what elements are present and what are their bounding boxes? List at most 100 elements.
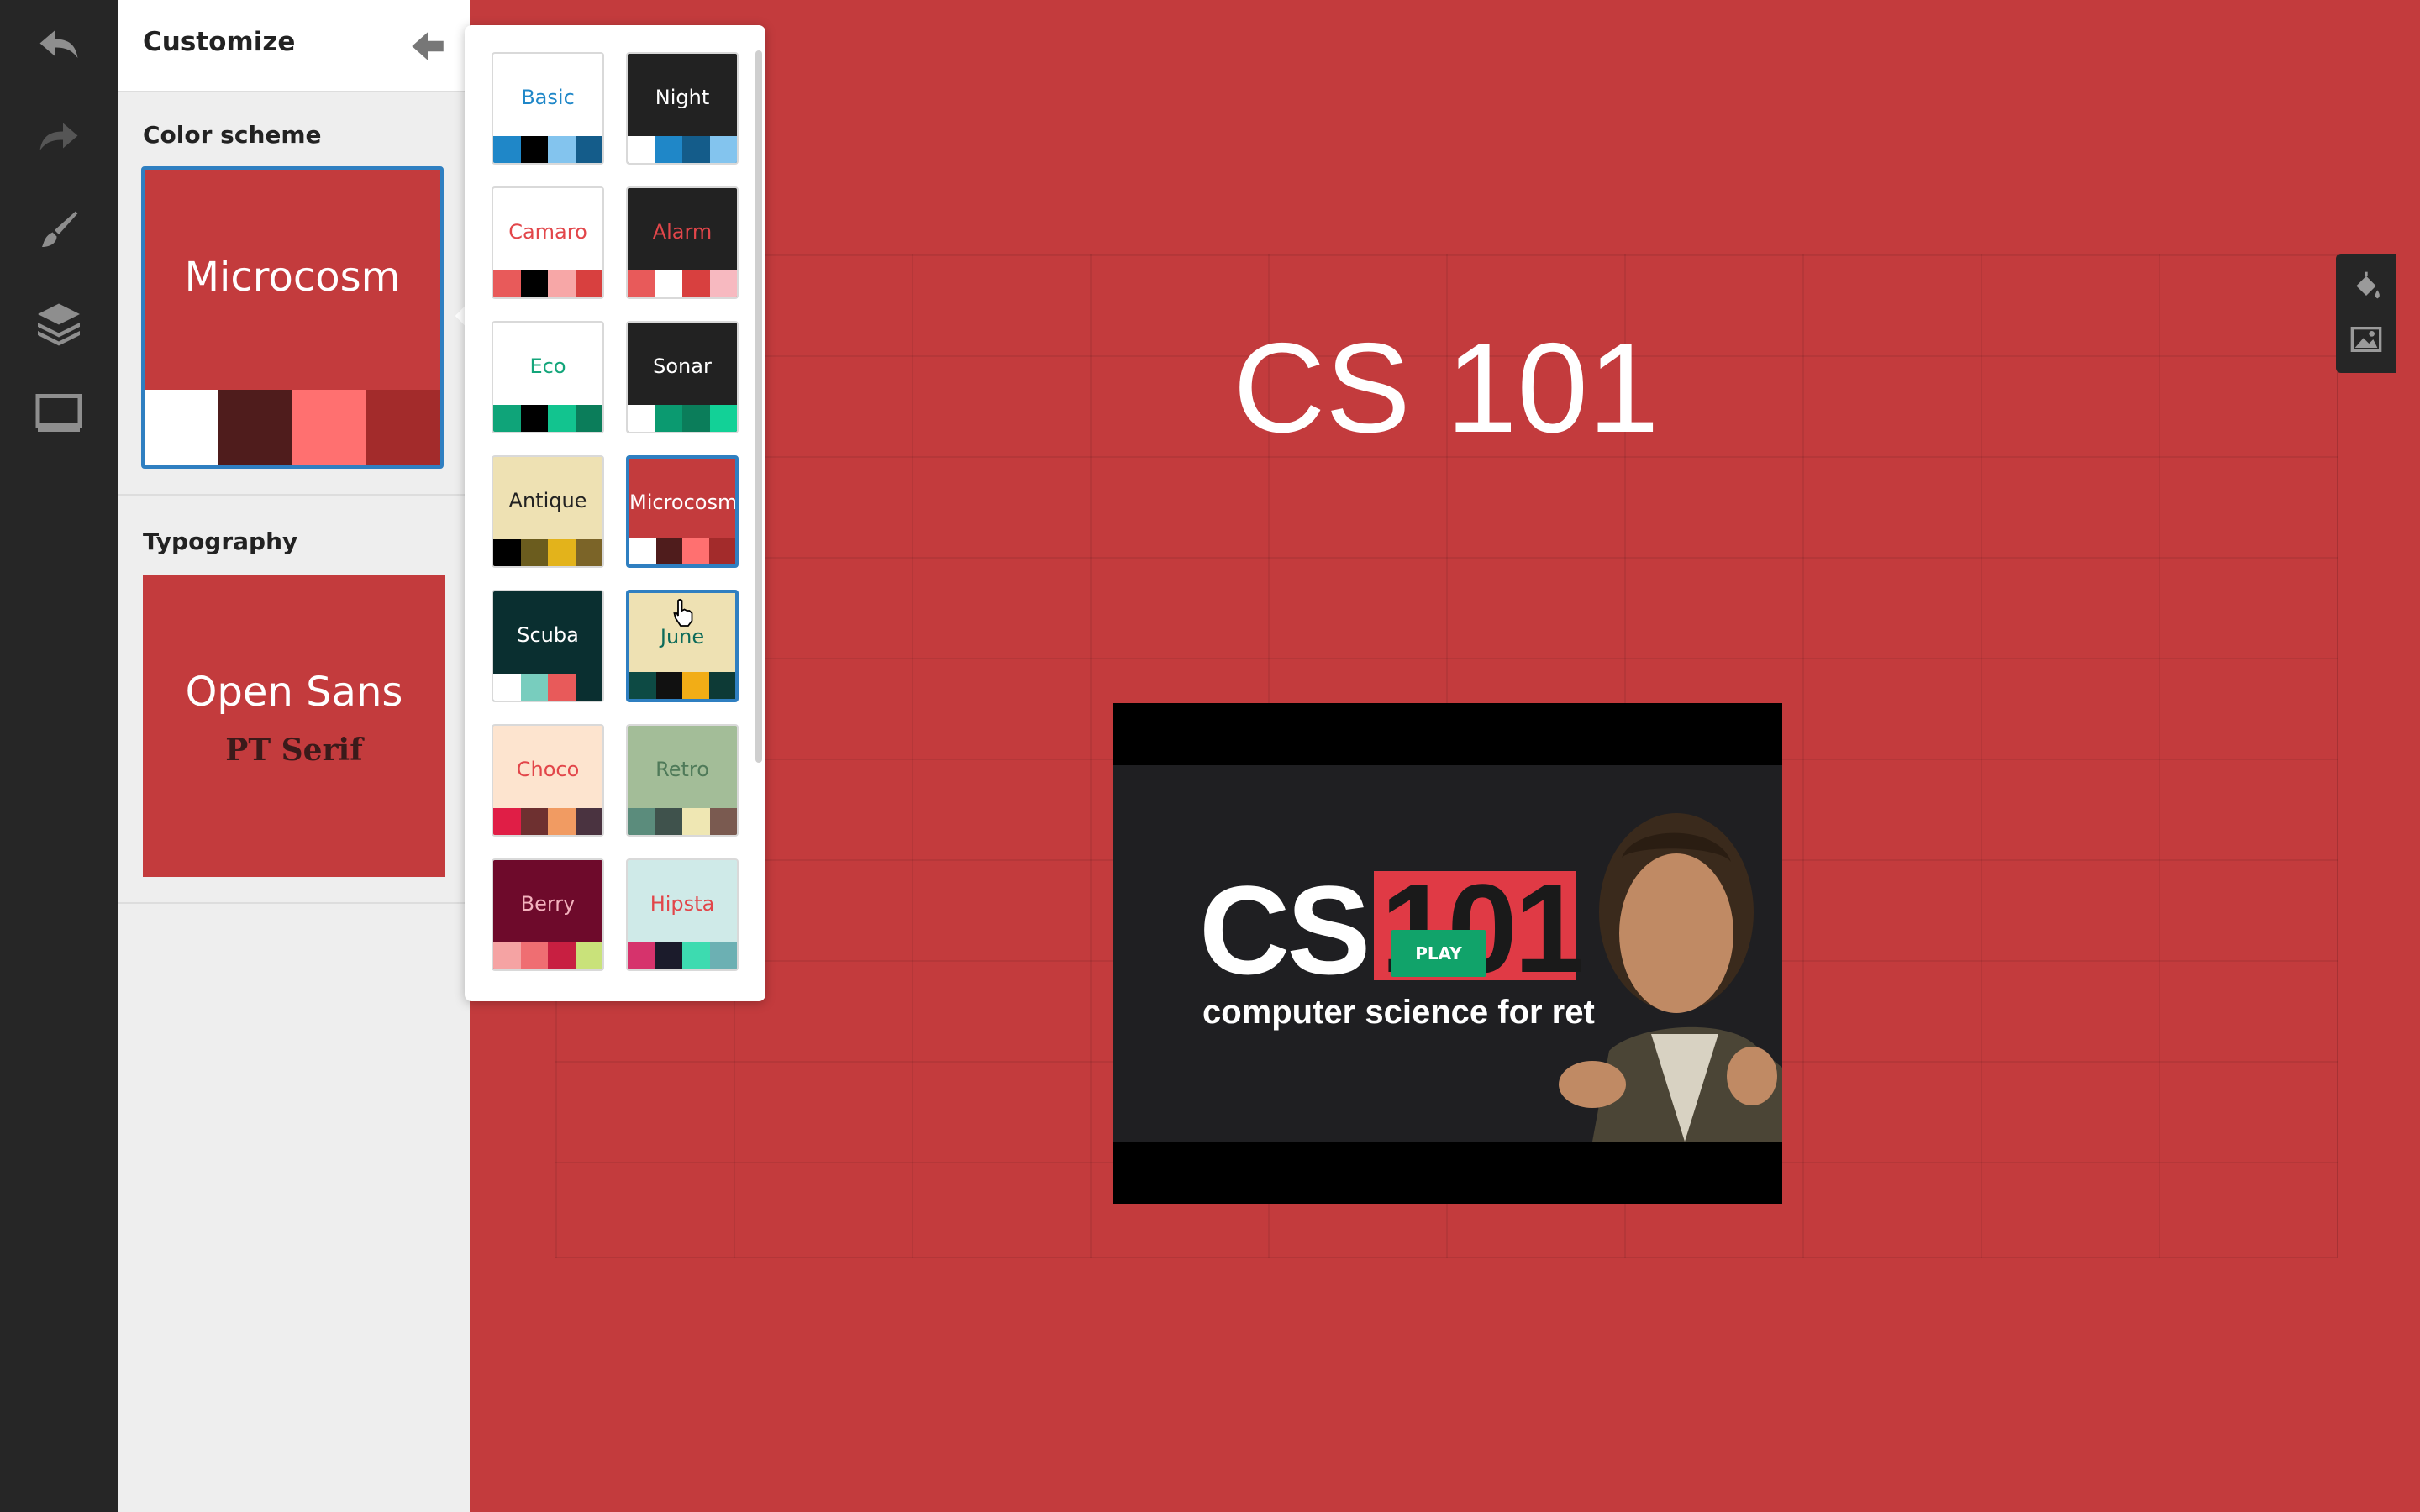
color-swatch: [493, 674, 521, 701]
play-button[interactable]: PLAY: [1391, 930, 1486, 977]
undo-button[interactable]: [32, 18, 86, 72]
scheme-tile-antique[interactable]: Antique: [492, 455, 604, 568]
color-swatch: [493, 942, 521, 969]
color-swatch: [629, 672, 656, 699]
color-swatch: [493, 405, 521, 432]
scheme-tile-swatches: [628, 942, 737, 969]
scheme-tile-sonar[interactable]: Sonar: [626, 321, 739, 433]
scheme-tile-swatches: [493, 808, 602, 835]
color-swatch: [629, 538, 656, 564]
scheme-tile-swatches: [628, 405, 737, 432]
scheme-tile-berry[interactable]: Berry: [492, 858, 604, 971]
popup-scrollbar[interactable]: [755, 50, 762, 763]
scheme-tile-swatches: [493, 270, 602, 297]
color-swatch: [655, 405, 682, 432]
slide-tools: [2336, 254, 2396, 373]
scheme-tile-swatches: [493, 539, 602, 566]
scheme-tile-hipsta[interactable]: Hipsta: [626, 858, 739, 971]
color-swatch: [575, 405, 602, 432]
color-swatch: [548, 270, 576, 297]
scheme-tile-label: June: [660, 625, 705, 648]
color-swatch: [575, 270, 602, 297]
scheme-tile-swatches: [493, 405, 602, 432]
panel-title: Customize: [143, 27, 296, 57]
video-embed[interactable]: CS 101 computer science for ret PLAY: [1113, 703, 1782, 1204]
typography-serif-font: PT Serif: [225, 732, 363, 768]
color-swatch: [682, 808, 710, 835]
scheme-tile-swatches: [493, 136, 602, 163]
undo-icon: [39, 30, 78, 58]
color-swatch: [292, 390, 366, 465]
color-swatch: [218, 390, 292, 465]
paint-bucket-icon[interactable]: [2349, 270, 2383, 304]
color-swatch: [682, 270, 710, 297]
color-swatch: [655, 270, 682, 297]
color-swatch: [493, 270, 521, 297]
scheme-tile-label: Eco: [529, 354, 566, 378]
scheme-tile-night[interactable]: Night: [626, 52, 739, 165]
color-scheme-preview[interactable]: Microcosm: [141, 166, 444, 469]
color-swatch: [548, 405, 576, 432]
color-swatch: [709, 405, 737, 432]
color-swatch: [655, 538, 682, 564]
scheme-tile-microcosm[interactable]: Microcosm: [626, 455, 739, 568]
scheme-tile-label: Hipsta: [650, 892, 715, 916]
color-swatch: [708, 538, 735, 564]
color-swatch: [682, 538, 709, 564]
scheme-tile-basic[interactable]: Basic: [492, 52, 604, 165]
color-swatch: [520, 942, 548, 969]
back-arrow-icon[interactable]: [407, 25, 449, 67]
color-swatch: [520, 405, 548, 432]
scheme-tile-swatches: [629, 672, 735, 699]
present-button[interactable]: [32, 388, 86, 442]
color-scheme-label: Color scheme: [143, 121, 322, 149]
color-swatch: [682, 672, 709, 699]
scheme-tile-swatches: [628, 136, 737, 163]
color-swatch: [575, 674, 602, 701]
hand-cursor-icon: [673, 598, 693, 627]
scheme-tile-scuba[interactable]: Scuba: [492, 590, 604, 702]
scheme-tile-label: Microcosm: [629, 491, 738, 514]
color-swatch: [708, 672, 735, 699]
video-number: 101: [1381, 858, 1584, 999]
scheme-tile-label: Scuba: [517, 623, 579, 647]
typography-label: Typography: [143, 528, 298, 555]
scheme-tile-label: Basic: [521, 86, 575, 109]
slide-title[interactable]: CS 101: [555, 315, 2337, 462]
layers-button[interactable]: [32, 296, 86, 349]
scheme-tile-label: Antique: [508, 489, 587, 512]
color-swatch: [575, 539, 602, 566]
redo-button[interactable]: [32, 111, 86, 165]
scheme-tile-alarm[interactable]: Alarm: [626, 186, 739, 299]
scheme-tile-swatches: [493, 674, 602, 701]
color-swatch: [520, 674, 548, 701]
scheme-tile-eco[interactable]: Eco: [492, 321, 604, 433]
color-swatch: [493, 539, 521, 566]
color-swatch: [548, 808, 576, 835]
typography-preview[interactable]: Open Sans PT Serif: [143, 575, 445, 877]
scheme-preview-swatches: [145, 390, 440, 465]
color-swatch: [145, 390, 218, 465]
scheme-tile-choco[interactable]: Choco: [492, 724, 604, 837]
scheme-tile-label: Sonar: [653, 354, 712, 378]
scheme-preview-name: Microcosm: [184, 254, 401, 301]
main-toolbar: [0, 0, 118, 1512]
color-swatch: [628, 942, 655, 969]
color-swatch: [628, 136, 655, 163]
color-swatch: [628, 270, 655, 297]
layers-icon: [38, 303, 80, 346]
color-swatch: [709, 136, 737, 163]
scheme-tile-camaro[interactable]: Camaro: [492, 186, 604, 299]
scheme-tile-swatches: [629, 538, 735, 564]
slide-canvas[interactable]: CS 101 CS 101 computer science for ret P…: [555, 254, 2338, 1258]
style-button[interactable]: [32, 203, 86, 257]
color-swatch: [366, 390, 440, 465]
color-swatch: [575, 942, 602, 969]
scheme-tile-swatches: [628, 808, 737, 835]
color-swatch: [548, 539, 576, 566]
color-swatch: [548, 942, 576, 969]
image-icon[interactable]: [2349, 323, 2383, 356]
color-swatch: [655, 808, 682, 835]
scheme-tile-retro[interactable]: Retro: [626, 724, 739, 837]
color-swatch: [520, 270, 548, 297]
